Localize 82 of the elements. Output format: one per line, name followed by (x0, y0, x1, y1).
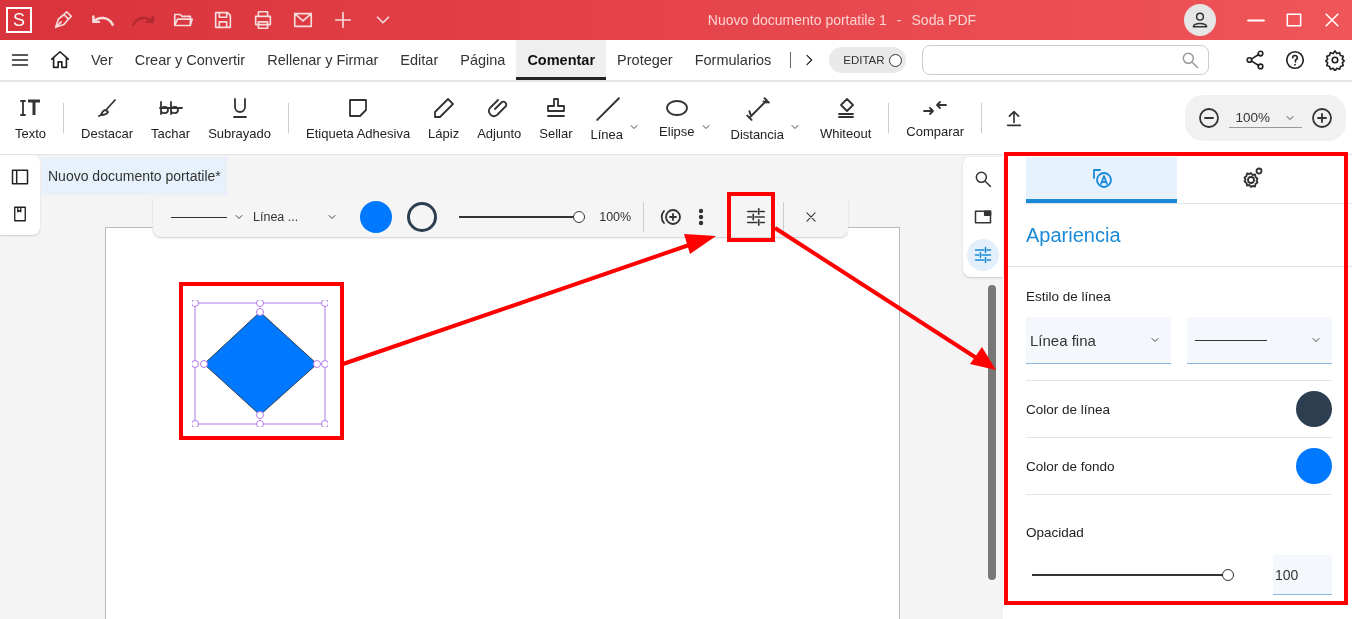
kebab-icon (698, 208, 705, 226)
sliders-icon (745, 206, 768, 228)
color-label: Color de fondo (1026, 458, 1115, 474)
undo-icon (92, 14, 114, 26)
fill-color-swatch[interactable] (360, 201, 393, 233)
slider-thumb[interactable] (1222, 569, 1234, 581)
appearance-tab[interactable] (1026, 157, 1177, 203)
home-icon (49, 49, 71, 71)
zoom-in-icon (1310, 106, 1334, 130)
bookmark-icon (11, 205, 29, 223)
help-button[interactable] (1284, 49, 1306, 71)
tool-button[interactable]: Línea (581, 88, 633, 148)
section-label: Opacidad (1026, 525, 1084, 540)
menu-tab[interactable]: Editar (389, 40, 450, 80)
zoom-out-button[interactable] (1197, 106, 1222, 130)
zoom-in-button[interactable] (1310, 106, 1334, 130)
zoom-select[interactable]: 100% (1229, 108, 1302, 128)
menu-tab[interactable]: Comentar (516, 40, 607, 80)
menu-tab[interactable]: Ver (80, 40, 124, 80)
document-tab[interactable]: Nuovo documento portatile* (42, 157, 227, 195)
menu-tab[interactable]: Página (449, 40, 517, 80)
tool-button[interactable]: Destacar (72, 88, 143, 148)
sliders-button[interactable] (966, 239, 999, 271)
pen-icon (52, 9, 74, 31)
redo-icon (132, 14, 154, 26)
section-label: Estilo de línea (1026, 289, 1111, 304)
line-style-select[interactable]: Línea ... (253, 210, 339, 224)
color-swatch[interactable] (1296, 448, 1332, 484)
user-silhouette-icon (1190, 10, 1210, 30)
tool-button[interactable]: Lápiz (419, 88, 469, 148)
edit-toggle[interactable]: EDITAR (829, 47, 906, 73)
ruler-icon (744, 94, 771, 121)
share-button[interactable] (1244, 49, 1266, 71)
tool-button[interactable]: Sellar (530, 88, 582, 148)
opacity-input[interactable]: 100 (1273, 555, 1332, 595)
menu-tab[interactable]: Proteger (606, 40, 684, 80)
tool-button[interactable]: Adjunto (468, 88, 531, 148)
bookmark-button[interactable] (11, 205, 29, 223)
sidebar-toggle-button[interactable] (10, 167, 30, 187)
title-separator: - (896, 12, 902, 28)
printer-icon (252, 9, 274, 31)
tool-button[interactable]: Tachar (142, 88, 200, 148)
maximize-icon (1284, 10, 1304, 30)
panel-icon (972, 207, 993, 227)
opacity-value: 100% (599, 210, 632, 224)
annotation-frame (727, 192, 775, 242)
avatar-icon[interactable] (1184, 4, 1216, 36)
scrollbar[interactable] (988, 285, 996, 580)
ellipse-icon (663, 97, 690, 118)
slider-thumb[interactable] (573, 211, 586, 223)
save-icon (212, 9, 234, 31)
line-icon (593, 94, 620, 121)
close-icon (804, 210, 819, 224)
tool-button[interactable]: Texto (6, 88, 56, 148)
color-swatch[interactable] (1296, 391, 1332, 427)
settings-button[interactable] (1324, 49, 1346, 71)
sliders-icon (972, 245, 993, 265)
sidebar-icon (10, 167, 30, 187)
app-name: Soda PDF (911, 12, 977, 28)
menu-tab[interactable]: Rellenar y Firmar (256, 40, 390, 80)
tool-button[interactable]: Subrayado (199, 88, 281, 148)
tool-button[interactable]: Whiteout (810, 88, 881, 148)
tool-button[interactable]: Etiqueta Adhesiva (297, 88, 420, 148)
color-label: Color de línea (1026, 401, 1111, 417)
pencil-icon (431, 95, 456, 120)
search-field[interactable] (921, 45, 1209, 75)
plus-icon (332, 9, 354, 31)
tool-button[interactable]: Elipse (650, 88, 704, 148)
share-icon (1244, 49, 1266, 71)
panel-heading: Apariencia (1003, 204, 1352, 267)
menu-tab[interactable]: Crear y Convertir (123, 40, 257, 80)
app-logo[interactable]: S (6, 7, 32, 33)
menu-tab[interactable]: Formularios (683, 40, 783, 80)
settings-icon (1324, 49, 1346, 71)
minimize-icon (1246, 18, 1266, 22)
stroke-color-swatch[interactable] (407, 202, 438, 232)
help-icon (1284, 49, 1306, 71)
line-weight-select[interactable]: Línea fina (1026, 317, 1171, 364)
zoom-out-icon (1197, 106, 1222, 130)
tool-button[interactable]: Distancia (721, 88, 793, 148)
tool-button[interactable]: Comparar (897, 88, 974, 148)
window-title: Nuovo documento portatile 1 (707, 12, 887, 28)
